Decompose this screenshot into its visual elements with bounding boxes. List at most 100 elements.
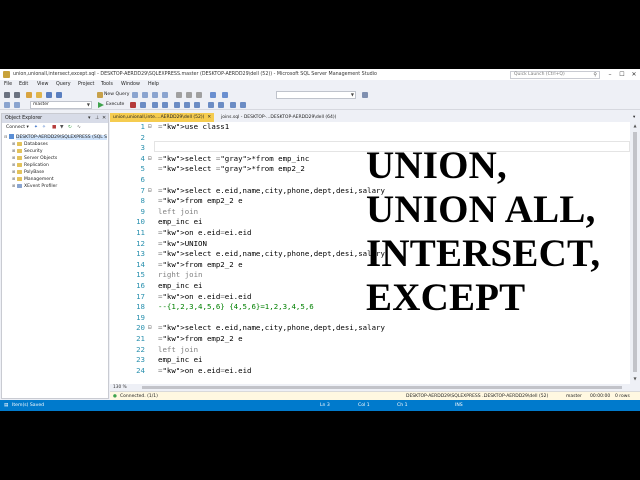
new-query-button[interactable]: New Query xyxy=(104,90,129,100)
menu-project[interactable]: Project xyxy=(78,80,94,90)
tree-node-polybase[interactable]: ⊞ PolyBase xyxy=(12,168,44,175)
menu-edit[interactable]: Edit xyxy=(19,80,28,90)
database-query-icon[interactable] xyxy=(132,92,138,98)
code-line[interactable]: left join xyxy=(158,207,198,218)
tree-server-node[interactable]: ⊟ DESKTOP-AERDD29\SQLEXPRESS (SQL S xyxy=(4,133,108,140)
code-line[interactable]: ="kw">UNION xyxy=(158,239,207,250)
tab-union-query[interactable]: union,unionall,inte....AERDD29\dell (52)… xyxy=(110,113,215,122)
fold-icon[interactable]: ⊟ xyxy=(148,323,152,334)
close-icon[interactable]: ✕ xyxy=(628,69,640,80)
scroll-down-icon[interactable]: ▼ xyxy=(630,376,640,381)
quick-launch-input[interactable]: Quick Launch (Ctrl+Q) ⚲ xyxy=(510,71,600,79)
filter-icon[interactable]: ▼ xyxy=(60,123,64,132)
activity-monitor-icon[interactable]: ∿ xyxy=(77,123,81,132)
code-line[interactable]: ="kw">from emp2_2 e xyxy=(158,196,243,207)
find-icon[interactable] xyxy=(362,92,368,98)
scroll-thumb[interactable] xyxy=(633,132,637,372)
comment-icon[interactable] xyxy=(208,102,214,108)
xmla-query-icon[interactable] xyxy=(162,92,168,98)
code-line[interactable]: ="kw">select e.eid,name,city,phone,dept,… xyxy=(158,186,385,197)
save-icon[interactable] xyxy=(46,92,52,98)
menu-file[interactable]: File xyxy=(4,80,12,90)
close-icon[interactable]: ✕ xyxy=(102,114,106,123)
save-all-icon[interactable] xyxy=(56,92,62,98)
tree-node-server-objects[interactable]: ⊞ Server Objects xyxy=(12,154,57,161)
code-line[interactable]: emp_inc ei xyxy=(158,281,203,292)
back-icon[interactable] xyxy=(4,92,10,98)
tree-node-management[interactable]: ⊞ Management xyxy=(12,175,54,182)
tab-overflow-icon[interactable]: ▾ xyxy=(630,113,638,122)
maximize-icon[interactable]: ☐ xyxy=(616,69,628,80)
redo-icon[interactable] xyxy=(222,92,228,98)
mdx-query-icon[interactable] xyxy=(142,92,148,98)
copy-icon[interactable] xyxy=(186,92,192,98)
menu-help[interactable]: Help xyxy=(148,80,159,90)
refresh-icon[interactable]: ↻ xyxy=(68,123,72,132)
code-line[interactable]: ="kw">select ="gray">*from emp2_2 xyxy=(158,164,305,175)
cut-icon[interactable] xyxy=(176,92,182,98)
paste-icon[interactable] xyxy=(196,92,202,98)
code-line[interactable]: ="kw">select ="gray">*from emp_inc xyxy=(158,154,309,165)
decrease-indent-icon[interactable] xyxy=(230,102,236,108)
dropdown-icon[interactable]: ▾ xyxy=(88,114,91,123)
fold-icon[interactable]: ⊟ xyxy=(148,122,152,133)
editor-horizontal-scrollbar[interactable] xyxy=(142,386,622,389)
connect-button[interactable]: Connect ▾ xyxy=(6,123,29,132)
query-options-icon[interactable] xyxy=(162,102,168,108)
menu-view[interactable]: View xyxy=(37,80,48,90)
menu-bar: File Edit View Query Project Tools Windo… xyxy=(0,80,640,90)
database-combo[interactable]: master ▼ xyxy=(30,101,92,109)
code-line[interactable]: ="kw">select e.eid,name,city,phone,dept,… xyxy=(158,249,385,260)
menu-tools[interactable]: Tools xyxy=(101,80,113,90)
change-connection-icon[interactable] xyxy=(14,102,20,108)
fold-icon[interactable]: ⊟ xyxy=(148,186,152,197)
connect-icon[interactable] xyxy=(4,102,10,108)
solution-config-combo[interactable]: ▼ xyxy=(276,91,356,99)
results-to-grid-icon[interactable] xyxy=(184,102,190,108)
parse-icon[interactable] xyxy=(140,102,146,108)
new-file-icon[interactable] xyxy=(26,92,32,98)
pin-icon[interactable]: ⊥ xyxy=(95,114,99,123)
fold-icon[interactable]: ⊟ xyxy=(148,154,152,165)
code-line[interactable]: ="kw">on e.eid=ei.eid xyxy=(158,292,251,303)
connect-icon[interactable]: ✦ xyxy=(34,123,38,132)
code-line[interactable]: emp_inc ei xyxy=(158,217,203,228)
minimize-icon[interactable]: – xyxy=(604,69,616,80)
menu-window[interactable]: Window xyxy=(121,80,140,90)
tree-node-xevent-profiler[interactable]: ⊞ XEvent Profiler xyxy=(12,182,57,189)
new-query-icon[interactable] xyxy=(97,92,103,98)
code-line[interactable]: emp_inc ei xyxy=(158,355,203,366)
undo-icon[interactable] xyxy=(210,92,216,98)
menu-query[interactable]: Query xyxy=(56,80,71,90)
zoom-level[interactable]: 130 % xyxy=(113,384,127,391)
increase-indent-icon[interactable] xyxy=(240,102,246,108)
disconnect-icon[interactable]: ✧ xyxy=(42,123,46,132)
tab-joins-query[interactable]: joins.sql - DESKTOP-...DESKTOP-AERDD29\d… xyxy=(218,113,339,122)
code-line[interactable]: ="kw">on e.eid=ei.eid xyxy=(158,228,251,239)
uncomment-icon[interactable] xyxy=(218,102,224,108)
close-icon[interactable]: ✕ xyxy=(207,115,211,120)
code-line[interactable]: right join xyxy=(158,270,203,281)
code-line[interactable]: ="kw">from emp2_2 e xyxy=(158,334,243,345)
forward-icon[interactable] xyxy=(14,92,20,98)
code-line[interactable]: ="kw">select e.eid,name,city,phone,dept,… xyxy=(158,323,385,334)
code-line[interactable]: --{1,2,3,4,5,6} {4,5,6}=1,2,3,4,5,6 xyxy=(158,302,314,313)
stop-icon[interactable] xyxy=(130,102,136,108)
code-line[interactable]: ="kw">on e.eid=ei.eid xyxy=(158,366,251,377)
tree-node-replication[interactable]: ⊞ Replication xyxy=(12,161,49,168)
estimated-plan-icon[interactable] xyxy=(152,102,158,108)
execute-icon[interactable] xyxy=(98,102,104,108)
code-line[interactable]: ="kw">use class1 xyxy=(158,122,229,133)
stop-icon[interactable]: ■ xyxy=(52,123,56,132)
tree-node-security[interactable]: ⊞ Security xyxy=(12,147,42,154)
execute-button[interactable]: Execute xyxy=(106,100,124,110)
open-folder-icon[interactable] xyxy=(36,92,42,98)
dmx-query-icon[interactable] xyxy=(152,92,158,98)
results-to-file-icon[interactable] xyxy=(194,102,200,108)
code-line[interactable]: ="kw">from emp2_2 e xyxy=(158,260,243,271)
code-line[interactable]: left join xyxy=(158,345,198,356)
editor-vertical-scrollbar[interactable]: ▲ ▼ xyxy=(630,122,640,384)
tree-node-databases[interactable]: ⊞ Databases xyxy=(12,140,48,147)
results-to-text-icon[interactable] xyxy=(174,102,180,108)
scroll-up-icon[interactable]: ▲ xyxy=(630,123,640,128)
